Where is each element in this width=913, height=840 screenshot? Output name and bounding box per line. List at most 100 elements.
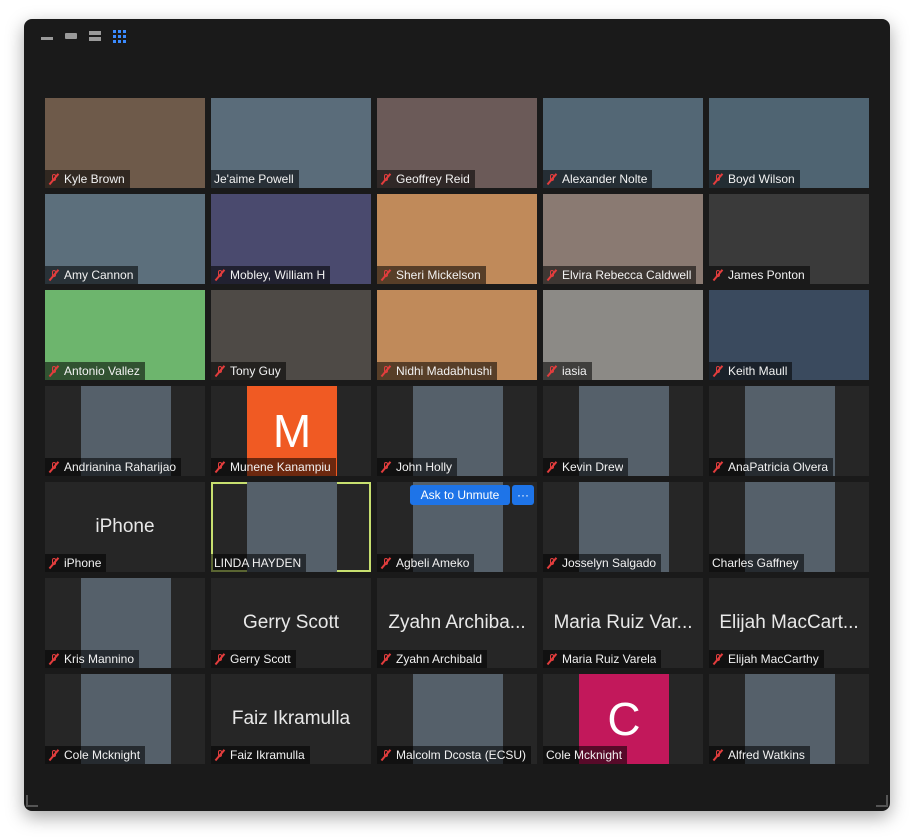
muted-mic-icon — [214, 653, 226, 665]
participant-name: Charles Gaffney — [712, 556, 799, 570]
muted-mic-icon — [380, 749, 392, 761]
participant-tile[interactable]: Tony Guy — [211, 290, 371, 380]
participant-tile[interactable]: Gerry Scott Gerry Scott — [211, 578, 371, 668]
participant-name: Alfred Watkins — [728, 748, 805, 762]
participant-tile[interactable]: Geoffrey Reid — [377, 98, 537, 188]
muted-mic-icon — [380, 557, 392, 569]
participant-tile[interactable]: Alfred Watkins — [709, 674, 869, 764]
participant-name: Cole Mcknight — [546, 748, 623, 762]
muted-mic-icon — [712, 749, 724, 761]
participant-name-tag: Zyahn Archibald — [377, 650, 488, 668]
participant-tile[interactable]: Kyle Brown — [45, 98, 205, 188]
participant-name-tag: iasia — [543, 362, 592, 380]
participant-name-tag: Amy Cannon — [45, 266, 139, 284]
muted-mic-icon — [712, 365, 724, 377]
participant-tile[interactable]: iasia — [543, 290, 703, 380]
participant-name-tag: Gerry Scott — [211, 650, 296, 668]
participant-name-tag: Je'aime Powell — [211, 170, 299, 188]
muted-mic-icon — [546, 653, 558, 665]
participant-name-tag: Tony Guy — [211, 362, 286, 380]
participant-tile[interactable]: Amy Cannon — [45, 194, 205, 284]
participant-name: James Ponton — [728, 268, 805, 282]
participant-tile[interactable]: LINDA HAYDEN — [211, 482, 371, 572]
participant-name: Antonio Vallez — [64, 364, 140, 378]
participant-tile[interactable]: Zyahn Archiba... Zyahn Archibald — [377, 578, 537, 668]
muted-mic-icon — [546, 365, 558, 377]
participant-name: Sheri Mickelson — [396, 268, 481, 282]
participant-name-tag: James Ponton — [709, 266, 810, 284]
participant-tile[interactable]: Keith Maull — [709, 290, 869, 380]
participant-tile[interactable]: Mobley, William H — [211, 194, 371, 284]
participant-tile[interactable]: Malcolm Dcosta (ECSU) — [377, 674, 537, 764]
participant-tile[interactable]: Cole Mcknight — [45, 674, 205, 764]
participant-name: Tony Guy — [230, 364, 281, 378]
muted-mic-icon — [48, 173, 60, 185]
muted-mic-icon — [712, 269, 724, 281]
participant-name: Zyahn Archibald — [396, 652, 483, 666]
muted-mic-icon — [214, 749, 226, 761]
participant-name-tag: Boyd Wilson — [709, 170, 800, 188]
muted-mic-icon — [712, 173, 724, 185]
participant-name-tag: Cole Mcknight — [45, 746, 146, 764]
participant-name: Alexander Nolte — [562, 172, 648, 186]
participant-name-tag: Andrianina Raharijao — [45, 458, 182, 476]
participant-name: Faiz Ikramulla — [230, 748, 305, 762]
participant-name: Amy Cannon — [64, 268, 134, 282]
participant-tile[interactable]: Antonio Vallez — [45, 290, 205, 380]
participant-name-tag: Sheri Mickelson — [377, 266, 486, 284]
participant-tile[interactable]: Je'aime Powell — [211, 98, 371, 188]
participant-name-tag: Alfred Watkins — [709, 746, 810, 764]
muted-mic-icon — [712, 653, 724, 665]
participant-name-tag: Alexander Nolte — [543, 170, 653, 188]
resize-handle-left-icon[interactable] — [26, 795, 38, 807]
participant-tile[interactable]: Elijah MacCart... Elijah MacCarthy — [709, 578, 869, 668]
zoom-gallery-window: Kyle Brown Je'aime Powell Geoffrey Reid Ale… — [24, 19, 890, 811]
muted-mic-icon — [546, 557, 558, 569]
muted-mic-icon — [48, 461, 60, 473]
participant-name: Kris Mannino — [64, 652, 135, 666]
muted-mic-icon — [48, 653, 60, 665]
resize-handle-right-icon[interactable] — [876, 795, 888, 807]
muted-mic-icon — [214, 365, 226, 377]
participant-name-tag: Antonio Vallez — [45, 362, 145, 380]
participant-tile[interactable]: AnaPatricia Olvera — [709, 386, 869, 476]
participant-tile[interactable]: Alexander Nolte — [543, 98, 703, 188]
participant-tile[interactable]: Josselyn Salgado — [543, 482, 703, 572]
participant-tile[interactable]: Kris Mannino — [45, 578, 205, 668]
participant-tile[interactable]: Elvira Rebecca Caldwell — [543, 194, 703, 284]
participant-tile[interactable]: John Holly — [377, 386, 537, 476]
participant-tile[interactable]: Boyd Wilson — [709, 98, 869, 188]
participant-tile[interactable]: Kevin Drew — [543, 386, 703, 476]
participant-name-tag: John Holly — [377, 458, 458, 476]
participant-name: AnaPatricia Olvera — [728, 460, 829, 474]
participant-tile[interactable]: M Munene Kanampiu — [211, 386, 371, 476]
muted-mic-icon — [380, 269, 392, 281]
participant-name-tag: Kyle Brown — [45, 170, 130, 188]
participant-tile[interactable]: Andrianina Raharijao — [45, 386, 205, 476]
participant-tile[interactable]: C Cole Mcknight — [543, 674, 703, 764]
participant-tile[interactable]: James Ponton — [709, 194, 869, 284]
muted-mic-icon — [546, 269, 558, 281]
participant-name: Elijah MacCarthy — [728, 652, 819, 666]
participant-name: Andrianina Raharijao — [64, 460, 177, 474]
participant-name: Elvira Rebecca Caldwell — [562, 268, 692, 282]
participant-name: Cole Mcknight — [64, 748, 141, 762]
participant-name-tag: Munene Kanampiu — [211, 458, 336, 476]
participant-name-tag: Elijah MacCarthy — [709, 650, 824, 668]
participant-tile[interactable]: Charles Gaffney — [709, 482, 869, 572]
muted-mic-icon — [380, 653, 392, 665]
participant-tile[interactable]: Sheri Mickelson — [377, 194, 537, 284]
ask-to-unmute-button[interactable]: Ask to Unmute — [410, 485, 510, 505]
participant-tile[interactable]: Faiz Ikramulla Faiz Ikramulla — [211, 674, 371, 764]
participant-tile[interactable]: iPhone iPhone — [45, 482, 205, 572]
more-options-button[interactable]: ··· — [512, 485, 534, 505]
participant-name: Gerry Scott — [230, 652, 291, 666]
muted-mic-icon — [48, 365, 60, 377]
participant-name: Maria Ruiz Varela — [562, 652, 657, 666]
participant-tile[interactable]: Nidhi Madabhushi — [377, 290, 537, 380]
muted-mic-icon — [48, 749, 60, 761]
participant-tile[interactable]: Maria Ruiz Var... Maria Ruiz Varela — [543, 578, 703, 668]
participant-name-tag: Elvira Rebecca Caldwell — [543, 266, 697, 284]
muted-mic-icon — [48, 269, 60, 281]
participant-name-tag: Cole Mcknight — [543, 746, 628, 764]
